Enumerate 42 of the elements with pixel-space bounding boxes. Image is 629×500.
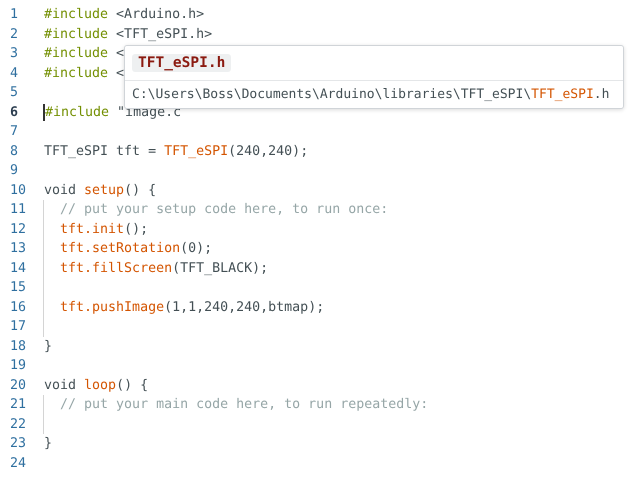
- line-number: 1: [9, 6, 20, 24]
- line-number: 10: [9, 182, 28, 200]
- line-number: 5: [9, 84, 20, 102]
- line-number: 20: [9, 376, 28, 394]
- code-line: tft.pushImage(1,1,240,240,btmap);: [59, 298, 324, 316]
- code-line: // put your setup code here, to run once:: [59, 201, 388, 219]
- code-line: tft.fillScreen(TFT_BLACK);: [59, 260, 268, 278]
- line-number: 11: [9, 201, 28, 219]
- code-line: tft.init();: [59, 220, 148, 238]
- line-number: 17: [9, 318, 28, 336]
- line-number: 4: [9, 64, 20, 82]
- code-line: }: [44, 435, 52, 453]
- line-number: 6: [9, 104, 20, 122]
- line-number: 23: [9, 435, 28, 453]
- code-line: #include <TFT_eSPI.h>: [44, 26, 212, 44]
- code-line: void setup() {: [44, 182, 156, 200]
- line-number: 18: [9, 338, 28, 356]
- line-number: 8: [9, 142, 20, 160]
- code-line: void loop() {: [44, 376, 148, 394]
- line-number: 21: [9, 396, 28, 414]
- line-number: 12: [9, 220, 28, 238]
- line-number: 9: [9, 162, 20, 180]
- file-path: C:\Users\Boss\Documents\Arduino\libraries\TFT_eSPI\TFT_eSPI.h: [132, 87, 610, 102]
- line-number: 7: [9, 123, 20, 141]
- code-line: TFT_eSPI tft = TFT_eSPI(240,240);: [44, 142, 308, 160]
- line-number: 24: [9, 454, 28, 472]
- code-line: #include <: [44, 45, 124, 63]
- line-number: 13: [9, 240, 28, 258]
- code-line: #include <Arduino.h>: [44, 6, 204, 24]
- line-number: 16: [9, 298, 28, 316]
- text-cursor: [43, 104, 45, 121]
- line-number: 3: [9, 45, 20, 63]
- tooltip-title: TFT_eSPI.h: [132, 54, 232, 72]
- code-line: tft.setRotation(0);: [59, 240, 212, 258]
- line-number: 14: [9, 260, 28, 278]
- line-number: 19: [9, 357, 28, 375]
- line-number: 22: [9, 416, 28, 434]
- code-line: }: [44, 338, 52, 356]
- code-line: #include <: [44, 64, 124, 82]
- line-number: 15: [9, 279, 28, 297]
- code-line: // put your main code here, to run repeatedly:: [59, 396, 428, 414]
- line-number: 2: [9, 26, 20, 44]
